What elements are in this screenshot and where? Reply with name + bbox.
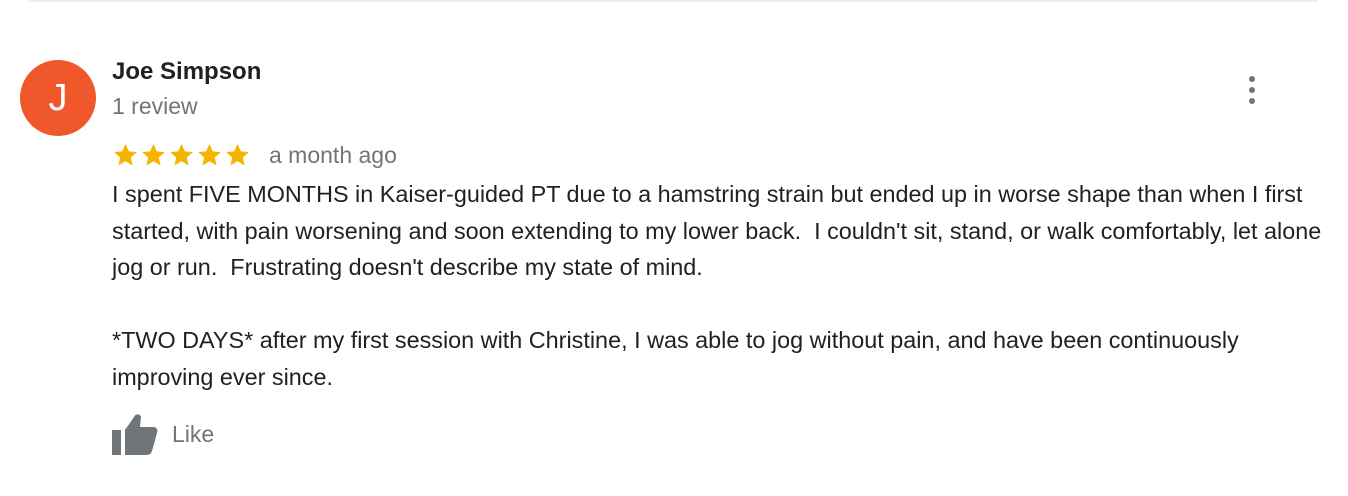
star-icon xyxy=(226,143,249,166)
more-vert-icon xyxy=(1249,87,1255,93)
like-label: Like xyxy=(172,420,215,447)
star-rating xyxy=(112,142,251,168)
review-paragraph: *TWO DAYS* after my first session with C… xyxy=(112,327,1246,390)
star-icon xyxy=(114,143,137,166)
more-vert-icon xyxy=(1249,76,1255,82)
star-icon xyxy=(142,143,165,166)
star-icon xyxy=(170,143,193,166)
avatar[interactable]: J xyxy=(20,60,96,136)
thumbs-up-icon xyxy=(112,413,158,455)
review-paragraph: I spent FIVE MONTHS in Kaiser-guided PT … xyxy=(112,181,1328,280)
more-vert-icon xyxy=(1249,98,1255,104)
like-button[interactable]: Like xyxy=(112,412,214,456)
more-options-button[interactable] xyxy=(1236,72,1268,108)
rating-row: a month ago xyxy=(112,139,397,171)
review-text: I spent FIVE MONTHS in Kaiser-guided PT … xyxy=(112,176,1327,395)
review-count[interactable]: 1 review xyxy=(112,93,198,120)
review-card: J Joe Simpson 1 review a month ago I spe… xyxy=(0,0,1348,496)
review-time: a month ago xyxy=(269,141,397,168)
reviewer-name[interactable]: Joe Simpson xyxy=(112,58,261,86)
star-icon xyxy=(198,143,221,166)
